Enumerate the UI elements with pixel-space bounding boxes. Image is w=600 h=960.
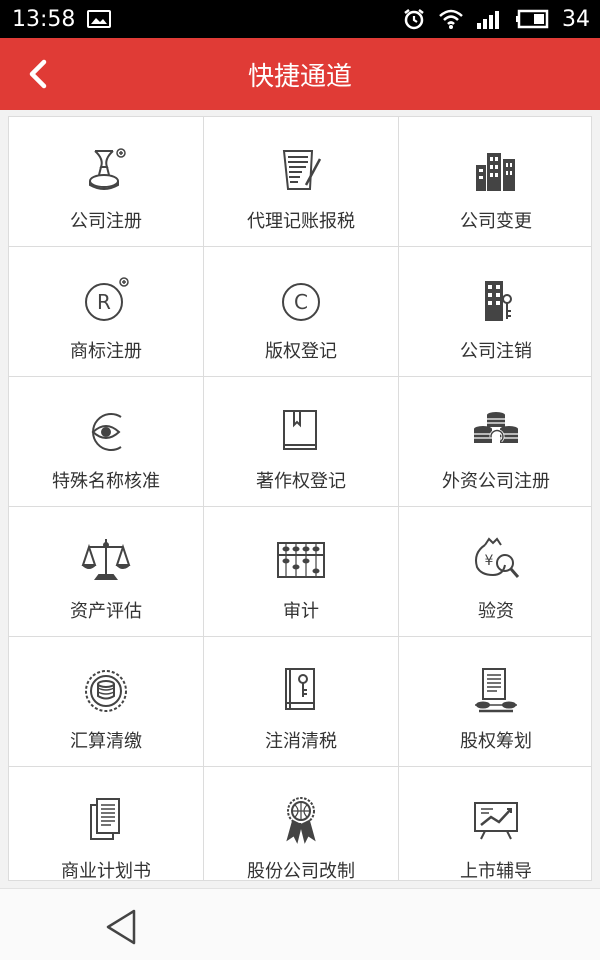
grid-item-label: 著作权登记 [256,471,346,492]
grid-item-label: 代理记账报税 [247,211,355,232]
grid-item-tax-settlement[interactable]: 汇算清缴 [9,637,204,767]
alarm-icon [404,9,424,30]
grid-item-label: 股权筹划 [460,731,532,752]
grid-item-foreign-company-registration[interactable]: 外资公司注册 [399,377,591,507]
copyright-icon: C [282,283,320,321]
system-navigation-bar [0,888,600,960]
grid-item-copyright-registration[interactable]: C 版权登记 [204,247,399,377]
grid-item-label: 商业计划书 [61,861,151,881]
grid-item-company-cancellation[interactable]: 公司注销 [399,247,591,377]
back-button[interactable] [14,48,62,100]
grid-item-company-registration[interactable]: 公司注册 [9,117,204,247]
grid-item-label: 公司变更 [460,211,532,232]
eye-icon [91,413,122,451]
image-notification-icon [87,10,112,28]
registered-mark-icon: R [85,277,129,321]
grid-item-label: 上市辅导 [460,861,532,881]
papers-icon [90,798,120,840]
grid-item-listing-guidance[interactable]: 上市辅导 [399,767,591,881]
grid-item-joint-stock-reform[interactable]: 股份公司改制 [204,767,399,881]
grid-item-label: 汇算清缴 [70,731,142,752]
grid-item-label: 审计 [283,601,319,622]
app-bar: 快捷通道 [0,38,600,110]
grid-item-company-change[interactable]: 公司变更 [399,117,591,247]
document-coins-icon [475,668,517,713]
grid-item-business-plan[interactable]: 商业计划书 [9,767,204,881]
grid-item-special-name-approval[interactable]: 特殊名称核准 [9,377,204,507]
grid-item-authorship-registration[interactable]: 著作权登记 [204,377,399,507]
grid-item-label: 商标注册 [70,341,142,362]
svg-text:R: R [97,290,111,314]
coin-stacks-icon [474,412,518,443]
page-title: 快捷通道 [247,61,352,92]
shortcut-grid: 公司注册 代理记账报税 公司变更 R 商标注册 C 版权登记 公司注销 特殊名称… [8,116,592,881]
svg-text:¥: ¥ [485,553,494,569]
book-key-icon [285,668,315,710]
status-bar: 13:58 34 [0,0,600,38]
nav-back-icon[interactable] [100,905,144,949]
signal-icon [477,11,499,29]
grid-item-label: 资产评估 [70,601,142,622]
battery-icon [516,9,549,29]
grid-item-label: 验资 [478,601,514,622]
grid-item-label: 公司注册 [70,211,142,232]
globe-ribbon-icon [286,797,316,844]
grid-item-label: 股份公司改制 [247,861,355,881]
grid-item-capital-verification[interactable]: ¥ 验资 [399,507,591,637]
grid-item-bookkeeping-tax[interactable]: 代理记账报税 [204,117,399,247]
coin-seal-icon [85,670,127,712]
grid-item-audit[interactable]: 审计 [204,507,399,637]
buildings-icon [476,153,515,191]
grid-item-label: 注消清税 [265,731,337,752]
stamp-icon [89,148,126,190]
grid-item-tax-clearance[interactable]: 注消清税 [204,637,399,767]
chart-board-icon [474,802,518,840]
grid-item-label: 特殊名称核准 [52,471,160,492]
abacus-icon [277,542,325,578]
status-time: 13:58 [12,6,76,32]
document-pen-icon [282,150,322,190]
grid-item-trademark-registration[interactable]: R 商标注册 [9,247,204,377]
building-key-icon [485,281,512,321]
svg-text:C: C [294,290,308,314]
grid-item-label: 公司注销 [460,341,532,362]
grid-item-label: 外资公司注册 [442,471,550,492]
battery-level: 34 [562,6,590,32]
grid-item-asset-valuation[interactable]: 资产评估 [9,507,204,637]
balance-scale-icon [81,539,131,580]
grid-item-label: 版权登记 [265,341,337,362]
chevron-left-icon [29,59,47,89]
wifi-icon [439,9,463,29]
money-bag-magnifier-icon: ¥ [475,537,520,578]
grid-item-equity-planning[interactable]: 股权筹划 [399,637,591,767]
book-icon [283,410,317,450]
